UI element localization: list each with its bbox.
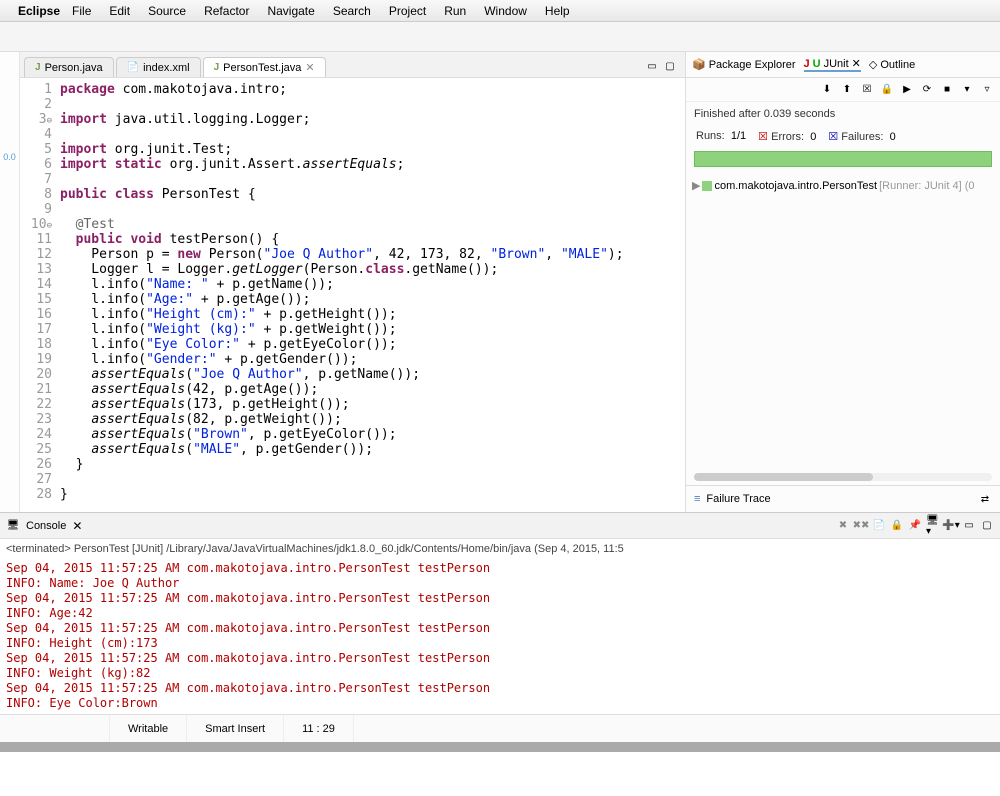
status-bar: Writable Smart Insert 11 : 29	[0, 714, 1000, 742]
cursor-position: 11 : 29	[284, 715, 354, 742]
expand-arrow-icon[interactable]: ▶	[692, 179, 700, 192]
tab-label: index.xml	[143, 62, 189, 74]
tab-junit[interactable]: JU JUnit ✕	[804, 57, 861, 72]
failure-icon: ☒	[828, 131, 838, 143]
insert-mode-status: Smart Insert	[187, 715, 284, 742]
console-process-description: <terminated> PersonTest [JUnit] /Library…	[0, 539, 1000, 559]
editor-tabs: JPerson.java📄index.xmlJPersonTest.java✕ …	[20, 52, 685, 78]
close-icon[interactable]: ✕	[72, 519, 82, 533]
tab-label: PersonTest.java	[223, 62, 301, 74]
junit-test-tree[interactable]: ▶ com.makotojava.intro.PersonTest [Runne…	[686, 171, 1000, 200]
close-icon[interactable]: ✕	[852, 57, 861, 70]
menu-refactor[interactable]: Refactor	[204, 4, 249, 18]
right-view-tabs: 📦 Package Explorer JU JUnit ✕ ◇ Outline	[686, 52, 1000, 78]
prev-failure-icon[interactable]: ⬆	[840, 83, 854, 97]
test-pass-icon	[702, 181, 712, 191]
writable-status: Writable	[110, 715, 187, 742]
java-file-icon: J	[214, 62, 220, 73]
pin-console-icon[interactable]: 📌	[908, 519, 922, 533]
menu-run[interactable]: Run	[444, 4, 466, 18]
menu-navigate[interactable]: Navigate	[267, 4, 314, 18]
console-icon: 🖥	[6, 519, 20, 533]
junit-toolbar: ⬇ ⬆ ☒ 🔒 ▶ ⟳ ■ ▾ ▿	[686, 78, 1000, 102]
menu-source[interactable]: Source	[148, 4, 186, 18]
view-menu-icon[interactable]: ▿	[980, 83, 994, 97]
close-icon[interactable]: ✕	[305, 61, 314, 74]
editor-tab[interactable]: J Person.java	[24, 57, 114, 77]
minimize-icon[interactable]: ▭	[645, 59, 659, 73]
console-view: 🖥 Console ✕ ✖ ✖✖ 📄 🔒 📌 🖥▾ ➕▾ ▭ ▢ <termin…	[0, 512, 1000, 714]
failure-trace-section: ≡ Failure Trace ⇄	[686, 485, 1000, 512]
next-failure-icon[interactable]: ⬇	[820, 83, 834, 97]
menu-search[interactable]: Search	[333, 4, 371, 18]
menu-project[interactable]: Project	[389, 4, 426, 18]
compare-icon[interactable]: ⇄	[978, 492, 992, 506]
junit-finished-status: Finished after 0.039 seconds	[686, 102, 1000, 126]
xml-file-icon: 📄	[127, 62, 139, 73]
editor-area: JPerson.java📄index.xmlJPersonTest.java✕ …	[20, 52, 685, 512]
app-name[interactable]: Eclipse	[18, 4, 60, 18]
code-editor[interactable]: 123⊖45678910⊖111213141516171819202122232…	[20, 78, 685, 502]
java-file-icon: J	[35, 62, 41, 73]
line-numbers-gutter: 123⊖45678910⊖111213141516171819202122232…	[20, 82, 60, 502]
menu-edit[interactable]: Edit	[109, 4, 130, 18]
open-console-icon[interactable]: ➕▾	[944, 519, 958, 533]
code-content[interactable]: package com.makotojava.intro; import jav…	[60, 82, 624, 502]
minimize-icon[interactable]: ▭	[962, 519, 976, 533]
junit-panel: 📦 Package Explorer JU JUnit ✕ ◇ Outline …	[685, 52, 1000, 512]
junit-progress-bar	[694, 151, 992, 167]
show-failures-only-icon[interactable]: ☒	[860, 83, 874, 97]
error-icon: ☒	[758, 131, 768, 143]
editor-tab[interactable]: 📄 index.xml	[116, 57, 201, 77]
remove-launch-icon[interactable]: ✖	[836, 519, 850, 533]
scroll-lock-icon[interactable]: 🔒	[890, 519, 904, 533]
left-ruler: 0.0	[0, 52, 20, 512]
console-output[interactable]: Sep 04, 2015 11:57:25 AM com.makotojava.…	[0, 559, 1000, 714]
tab-label: Person.java	[45, 62, 103, 74]
maximize-icon[interactable]: ▢	[663, 59, 677, 73]
console-title: Console	[26, 520, 66, 532]
menu-file[interactable]: File	[72, 4, 91, 18]
history-icon[interactable]: ▾	[960, 83, 974, 97]
junit-counts: Runs: 1/1 ☒ Errors: 0 ☒ Failures: 0	[686, 126, 1000, 147]
rerun-test-icon[interactable]: ▶	[900, 83, 914, 97]
remove-all-icon[interactable]: ✖✖	[854, 519, 868, 533]
horizontal-scrollbar[interactable]	[694, 473, 992, 481]
scroll-lock-icon[interactable]: 🔒	[880, 83, 894, 97]
eclipse-toolbar	[0, 22, 1000, 52]
stop-icon[interactable]: ■	[940, 83, 954, 97]
display-selected-icon[interactable]: 🖥▾	[926, 519, 940, 533]
rerun-failed-icon[interactable]: ⟳	[920, 83, 934, 97]
tab-package-explorer[interactable]: 📦 Package Explorer	[692, 58, 796, 71]
window-resize-strip	[0, 742, 1000, 752]
macos-menubar: Eclipse File Edit Source Refactor Navigate Se…	[0, 0, 1000, 22]
menu-help[interactable]: Help	[545, 4, 570, 18]
clear-console-icon[interactable]: 📄	[872, 519, 886, 533]
maximize-icon[interactable]: ▢	[980, 519, 994, 533]
failure-trace-icon: ≡	[694, 493, 700, 505]
tab-outline[interactable]: ◇ Outline	[869, 58, 915, 71]
editor-tab[interactable]: JPersonTest.java ✕	[203, 57, 326, 77]
menu-window[interactable]: Window	[484, 4, 527, 18]
